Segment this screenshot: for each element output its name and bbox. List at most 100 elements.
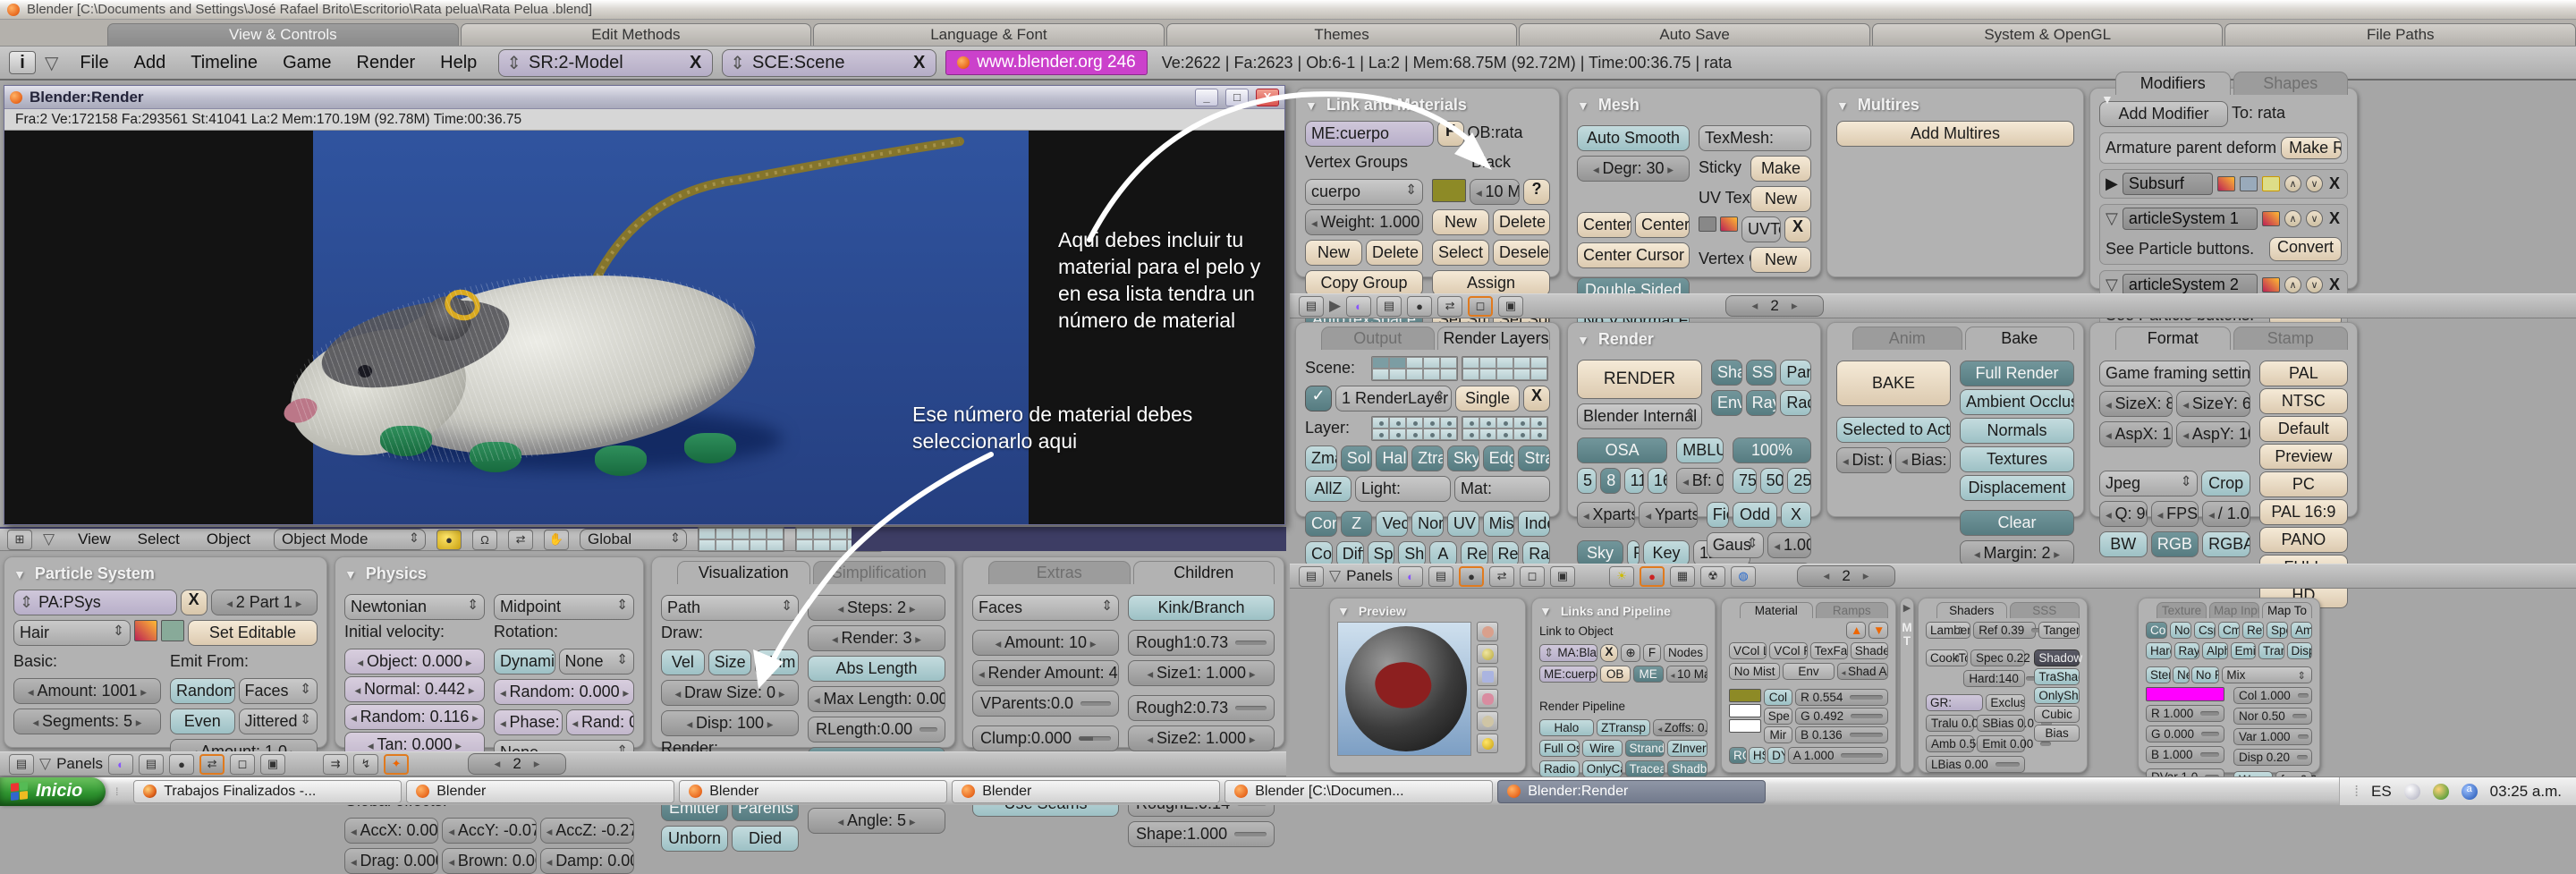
group-field[interactable]: GR: <box>1926 694 1984 711</box>
format-preset-button[interactable]: PANO <box>2258 527 2348 553</box>
map-nor-slider[interactable]: Nor 0.50 <box>2233 708 2312 725</box>
render-toggle[interactable]: EnvMa <box>1711 390 1742 416</box>
color-mode-toggle[interactable]: BW <box>2099 531 2148 557</box>
osa-value-toggle[interactable]: 11 <box>1623 468 1644 494</box>
render-layers-grid[interactable] <box>1371 416 1458 441</box>
bias-field[interactable]: Bias: 0.00 <box>1895 447 1951 473</box>
acc-field[interactable]: AccZ: -0.27 <box>539 818 634 844</box>
segments-field[interactable]: Segments: 5 <box>13 709 161 734</box>
cross-icon[interactable] <box>160 620 184 641</box>
map-to-toggle[interactable]: Amb <box>2291 622 2312 639</box>
scene-buttons-icon[interactable]: ▣ <box>1550 565 1576 587</box>
abs-length-toggle[interactable]: Abs Length <box>808 656 945 682</box>
color-mode-toggle[interactable]: HSV <box>1748 747 1767 764</box>
diffuse-color-swatch[interactable] <box>1729 689 1761 702</box>
quick-launch-handle[interactable]: ⁞ <box>106 777 129 805</box>
delete-screen-button[interactable]: X <box>686 53 705 73</box>
unlink-material-button[interactable]: X <box>1599 644 1618 662</box>
map-col-slider[interactable]: Col 1.000 <box>2233 687 2312 704</box>
view3d-menu[interactable]: Object <box>194 530 263 548</box>
size-100-button[interactable]: 100% <box>1733 437 1811 463</box>
spec-slider[interactable]: Spec 0.22 <box>1970 649 2030 666</box>
radiosity-buttons-icon[interactable]: ☢ <box>1700 565 1726 587</box>
angle-field[interactable]: Angle: 5 <box>808 808 945 834</box>
render-toggle-icon[interactable] <box>2261 211 2280 226</box>
draw-mode-icon[interactable]: ● <box>436 529 462 550</box>
view3d-menu[interactable]: Select <box>125 530 192 548</box>
bake-button[interactable]: BAKE <box>1836 361 1951 406</box>
dynamic-toggle[interactable]: Dynamic <box>494 649 555 675</box>
pass-toggle[interactable]: Edge <box>1482 445 1515 471</box>
shadow-toggle[interactable]: OnlySha <box>2034 687 2080 704</box>
view-toggle-icon[interactable] <box>2239 176 2258 191</box>
shadow-toggle[interactable]: TraShad <box>2034 668 2080 685</box>
frame-number-field[interactable]: 2 <box>468 753 567 775</box>
render-unborn-toggle[interactable]: Died <box>732 826 799 852</box>
collapse-arrow-icon[interactable]: ▽ <box>1329 567 1341 585</box>
pipeline-toggle[interactable]: ZInvert <box>1667 740 1707 757</box>
material-option-toggle[interactable]: No Mist <box>1729 663 1781 680</box>
tray-handle[interactable]: ⁞ <box>2354 783 2359 801</box>
material-buttons-icon[interactable]: ● <box>169 753 195 775</box>
move-up-icon[interactable]: ▲ <box>1846 622 1866 639</box>
frame-number-field[interactable]: 2 <box>1797 565 1896 587</box>
constraint-buttons-icon[interactable]: ↯ <box>353 753 379 775</box>
size1-field[interactable]: Size1: 1.000 <box>1128 660 1275 686</box>
crop-toggle[interactable]: Crop <box>2201 471 2250 496</box>
maximize-button[interactable]: □ <box>1225 88 1249 106</box>
render-layer-field[interactable]: 1 RenderLayer <box>1335 386 1452 412</box>
acc-field[interactable]: AccX: 0.00 <box>344 818 439 844</box>
map-to-toggle[interactable]: Nor <box>2170 622 2191 639</box>
sticky-make-button[interactable]: Make <box>1750 156 1811 182</box>
convert-button[interactable]: Convert <box>2268 237 2342 261</box>
shadow-toggle[interactable]: Bias <box>2034 725 2080 742</box>
sizex-field[interactable]: SizeX: 800 <box>2099 391 2174 417</box>
bake-mode-toggle[interactable]: Displacement <box>1960 475 2074 501</box>
blender-org-link[interactable]: www.blender.org 246 <box>945 50 1148 75</box>
material-option-toggle[interactable]: Shadele <box>1850 642 1888 659</box>
make-real-button[interactable]: Make Real <box>2281 137 2342 159</box>
deselect-button[interactable]: Deselect <box>1493 240 1550 266</box>
shaders-tab[interactable]: Shaders <box>1936 602 2007 618</box>
preview-cube-button[interactable] <box>1477 666 1498 686</box>
render-layers-grid[interactable] <box>1462 416 1548 441</box>
edit-toggle-icon[interactable] <box>2261 176 2280 191</box>
editing-buttons-icon[interactable]: ◻ <box>1520 565 1546 587</box>
pipeline-toggle[interactable]: Radio <box>1539 760 1580 777</box>
shadow-toggle[interactable]: Shadow <box>2034 649 2082 666</box>
amount-field[interactable]: Amount: 1001 <box>13 678 161 704</box>
light-override-field[interactable]: Light: <box>1355 476 1451 502</box>
material-index-field[interactable]: 10 Mat 3 <box>1665 666 1707 683</box>
osa-value-toggle[interactable]: 8 <box>1600 468 1621 494</box>
vgroup-delete-button[interactable]: Delete <box>1366 240 1423 266</box>
render-amount-field[interactable]: Render Amount: 40 <box>972 660 1119 686</box>
rotation-mode-selector[interactable]: None <box>558 649 634 675</box>
fake-user-button[interactable]: F <box>1642 644 1661 662</box>
manipulator-icon[interactable]: ⇄ <box>508 529 534 550</box>
collapse-arrow-icon[interactable]: ▽ <box>39 755 51 773</box>
frame-number-field[interactable]: 2 <box>1725 295 1825 317</box>
rough1-slider[interactable]: Rough1:0.73 <box>1128 630 1275 656</box>
render-window[interactable]: Blender:Render _ □ X Fra:2 Ve:172158 Fa:… <box>4 85 1285 525</box>
panel-collapse-icon[interactable]: ▼ <box>13 567 26 581</box>
color-mode-toggle[interactable]: RGB <box>2150 531 2199 557</box>
visualization-tab[interactable]: Visualization <box>677 561 810 584</box>
map-to-toggle[interactable]: RayMi <box>2174 642 2199 659</box>
editor-type-icon[interactable]: ⊞ <box>7 529 32 550</box>
extras-children-tab[interactable]: Extras <box>988 561 1131 584</box>
output-tab[interactable]: Output <box>1321 327 1435 350</box>
engine-selector[interactable]: Blender Internal <box>1577 403 1702 429</box>
material-tab[interactable]: Ramps <box>1815 602 1888 618</box>
format-preset-button[interactable]: NTSC <box>2258 388 2348 414</box>
delete-modifier-button[interactable]: X <box>2327 276 2342 294</box>
mat-delete-button[interactable]: Delete <box>1493 209 1550 235</box>
scene-buttons-icon[interactable]: ▣ <box>1498 295 1524 317</box>
stencil-toggle[interactable]: Ne <box>2172 666 2190 683</box>
scene-layers-grid[interactable] <box>1462 356 1548 381</box>
size-pct-button[interactable]: 75% <box>1733 468 1757 494</box>
osa-value-toggle[interactable]: 5 <box>1577 468 1597 494</box>
filter-size-field[interactable]: 1.00 <box>1767 532 1812 558</box>
preview-sky-button[interactable] <box>1477 734 1498 753</box>
material-override-field[interactable]: Mat: <box>1454 476 1550 502</box>
nodes-button[interactable]: Nodes <box>1663 644 1707 662</box>
